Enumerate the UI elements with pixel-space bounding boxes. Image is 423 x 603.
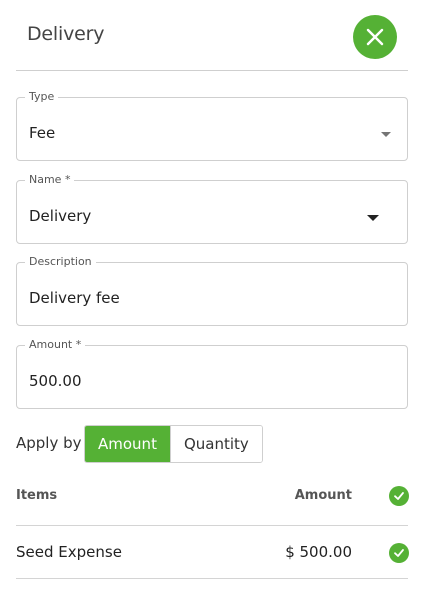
apply-by-quantity-button[interactable]: Quantity bbox=[169, 426, 262, 462]
type-value: Fee bbox=[29, 124, 56, 142]
row-check-icon[interactable] bbox=[389, 543, 409, 563]
name-select[interactable]: Name * Delivery bbox=[16, 173, 408, 244]
divider bbox=[16, 525, 408, 526]
items-column-header: Items bbox=[16, 488, 58, 503]
description-label: Description bbox=[25, 255, 96, 269]
close-icon bbox=[366, 28, 384, 46]
caret-down-icon[interactable] bbox=[381, 132, 391, 137]
type-select[interactable]: Type Fee bbox=[16, 90, 408, 161]
close-button[interactable] bbox=[353, 15, 397, 59]
select-all-check-icon[interactable] bbox=[389, 486, 409, 506]
divider bbox=[16, 578, 408, 579]
name-label: Name * bbox=[25, 173, 75, 187]
dialog-header: Delivery bbox=[16, 0, 408, 71]
dialog-title: Delivery bbox=[27, 23, 105, 45]
check-icon bbox=[394, 549, 404, 557]
amount-label: Amount * bbox=[25, 338, 86, 352]
type-label: Type bbox=[25, 90, 59, 104]
name-value: Delivery bbox=[29, 207, 92, 225]
check-icon bbox=[394, 492, 404, 500]
amount-value[interactable]: 500.00 bbox=[29, 372, 82, 390]
table-row-item: Seed Expense bbox=[16, 543, 122, 561]
table-row-amount: $ 500.00 bbox=[285, 543, 352, 561]
amount-column-header: Amount bbox=[294, 488, 352, 503]
caret-down-icon[interactable] bbox=[367, 215, 379, 221]
description-value[interactable]: Delivery fee bbox=[29, 289, 120, 307]
amount-field[interactable]: Amount * 500.00 bbox=[16, 338, 408, 409]
apply-by-label: Apply by bbox=[16, 434, 82, 452]
apply-by-toggle: Amount Quantity bbox=[84, 425, 263, 463]
description-field[interactable]: Description Delivery fee bbox=[16, 255, 408, 326]
apply-by-amount-button[interactable]: Amount bbox=[85, 426, 170, 462]
